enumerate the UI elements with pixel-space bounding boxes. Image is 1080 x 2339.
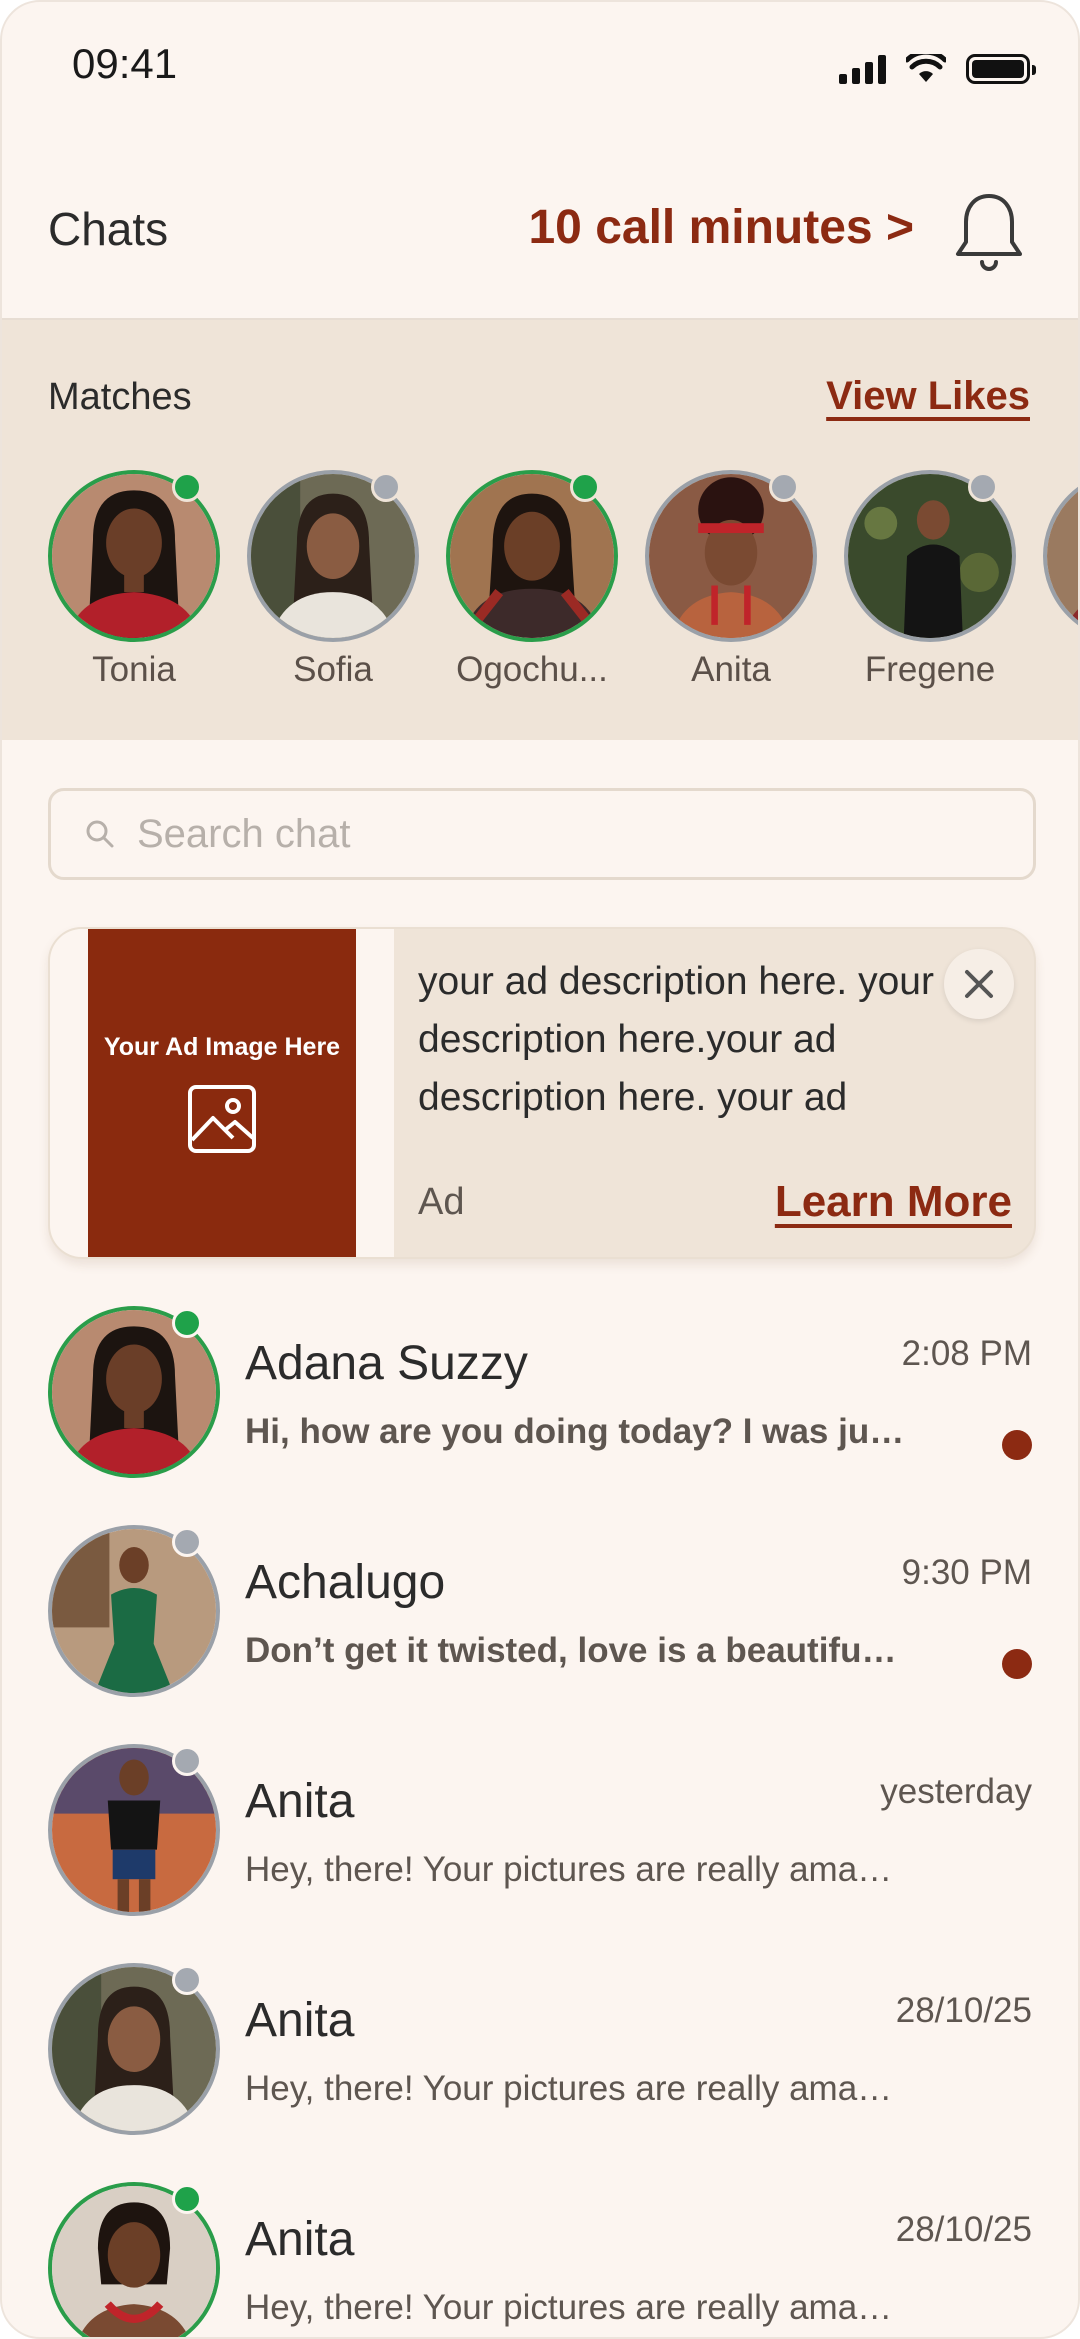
avatar <box>48 1963 220 2135</box>
status-icons <box>839 54 1036 84</box>
avatar <box>645 470 817 642</box>
chat-name: Achalugo <box>245 1556 446 1609</box>
avatar <box>446 470 618 642</box>
match-item[interactable]: Ad <box>1043 470 1078 690</box>
notification-bell-icon[interactable] <box>954 190 1024 274</box>
chat-row[interactable]: Adana Suzzy 2:08 PM Hi, how are you doin… <box>2 1302 1078 1521</box>
matches-carousel[interactable]: Tonia Sofia Ogochu... Anita Fregene <box>48 470 1078 690</box>
avatar <box>48 1306 220 1478</box>
match-item[interactable]: Tonia <box>48 470 220 690</box>
offline-status-dot <box>769 472 799 502</box>
close-ad-button[interactable] <box>944 949 1014 1019</box>
cellular-signal-icon <box>839 54 886 84</box>
battery-icon <box>966 54 1036 84</box>
ad-label: Ad <box>418 1181 465 1223</box>
online-status-dot <box>172 1308 202 1338</box>
avatar-photo <box>1047 474 1078 638</box>
page-title: Chats <box>48 203 169 255</box>
offline-status-dot <box>172 1746 202 1776</box>
offline-status-dot <box>172 1527 202 1557</box>
match-item[interactable]: Sofia <box>247 470 419 690</box>
offline-status-dot <box>172 1965 202 1995</box>
chat-list: Adana Suzzy 2:08 PM Hi, how are you doin… <box>2 1302 1078 2337</box>
avatar <box>247 470 419 642</box>
phone-screen: 09:41 Chats 10 call minutes > Matches Vi… <box>0 0 1080 2339</box>
chat-time: 28/10/25 <box>895 2210 1032 2249</box>
offline-status-dot <box>968 472 998 502</box>
chat-row[interactable]: Anita yesterday Hey, there! Your picture… <box>2 1740 1078 1959</box>
chat-name: Anita <box>245 1994 355 2047</box>
online-status-dot <box>172 2184 202 2214</box>
avatar <box>48 2182 220 2337</box>
ad-image[interactable]: Your Ad Image Here <box>88 929 356 1257</box>
online-status-dot <box>172 472 202 502</box>
offline-status-dot <box>371 472 401 502</box>
avatar <box>1043 470 1078 642</box>
image-placeholder-icon <box>188 1084 256 1153</box>
search-bar[interactable] <box>48 788 1036 880</box>
chat-preview: Hey, there! Your pictures are really ama… <box>245 2069 905 2108</box>
view-likes-link[interactable]: View Likes <box>826 374 1030 419</box>
match-name: Sofia <box>293 650 373 689</box>
status-time: 09:41 <box>72 40 178 87</box>
avatar <box>48 470 220 642</box>
chat-row[interactable]: Anita 28/10/25 Hey, there! Your pictures… <box>2 1959 1078 2178</box>
match-name: Fregene <box>864 650 996 689</box>
ad-card[interactable]: Your Ad Image Here your ad description h… <box>48 927 1036 1259</box>
matches-title: Matches <box>48 376 192 418</box>
match-name: Tonia <box>92 650 176 689</box>
search-input[interactable] <box>137 811 937 857</box>
call-minutes-link[interactable]: 10 call minutes > <box>528 200 914 255</box>
chat-name: Adana Suzzy <box>245 1337 528 1390</box>
chat-time: 2:08 PM <box>901 1334 1032 1373</box>
wifi-icon <box>906 54 946 82</box>
chat-preview: Hey, there! Your pictures are really ama… <box>245 2288 905 2327</box>
header: Chats 10 call minutes > <box>2 172 1078 292</box>
chat-preview: Hey, there! Your pictures are really ama… <box>245 1850 905 1889</box>
match-item[interactable]: Ogochu... <box>446 470 618 690</box>
chat-preview: Don’t get it twisted, love is a beautifu… <box>245 1631 905 1670</box>
chat-name: Anita <box>245 2213 355 2266</box>
avatar <box>48 1744 220 1916</box>
unread-indicator <box>1002 1430 1032 1460</box>
online-status-dot <box>570 472 600 502</box>
chat-time: yesterday <box>880 1772 1032 1811</box>
chat-row[interactable]: Achalugo 9:30 PM Don’t get it twisted, l… <box>2 1521 1078 1740</box>
chat-preview: Hi, how are you doing today? I was just … <box>245 1412 905 1451</box>
ad-description: your ad description here. your ad descri… <box>418 960 988 1119</box>
learn-more-button[interactable]: Learn More <box>775 1177 1012 1227</box>
avatar <box>48 1525 220 1697</box>
ad-image-text: Your Ad Image Here <box>103 1032 341 1061</box>
ad-image-area: Your Ad Image Here <box>50 929 394 1257</box>
unread-indicator <box>1002 1649 1032 1679</box>
chat-time: 28/10/25 <box>895 1991 1032 2030</box>
avatar <box>844 470 1016 642</box>
match-item[interactable]: Anita <box>645 470 817 690</box>
chat-time: 9:30 PM <box>901 1553 1032 1592</box>
close-icon <box>965 970 993 998</box>
chat-row[interactable]: Anita 28/10/25 Hey, there! Your pictures… <box>2 2178 1078 2337</box>
status-bar: 09:41 <box>2 2 1078 132</box>
match-name: Anita <box>691 650 771 689</box>
matches-section: Matches View Likes Tonia Sofia Ogochu...… <box>2 320 1078 740</box>
match-name: Ogochu... <box>456 650 608 689</box>
search-icon <box>86 820 114 848</box>
chat-name: Anita <box>245 1775 355 1828</box>
match-item[interactable]: Fregene <box>844 470 1016 690</box>
